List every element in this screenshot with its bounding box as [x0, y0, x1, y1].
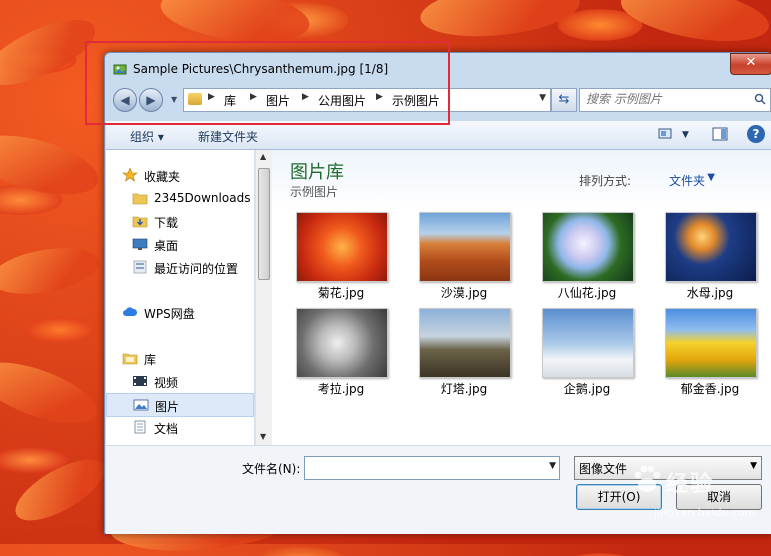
help-button[interactable]: ?: [747, 125, 765, 143]
file-item[interactable]: 沙漠.jpg: [409, 212, 519, 304]
file-list-pane: 图片库 示例图片 排列方式: 文件夹 ▼ 菊花.jpg 沙漠.jpg 八仙花.jpg…: [272, 150, 771, 445]
sidebar-item[interactable]: 最近访问的位置: [106, 256, 252, 278]
command-toolbar: 组织 ▾ 新建文件夹 ▼ ?: [106, 121, 771, 150]
search-input[interactable]: [584, 91, 748, 107]
navigation-pane: 收藏夹 2345Downloads 下载桌面最近访问的位置 WPS网盘库视频图片文档: [106, 150, 255, 445]
sidebar-item[interactable]: 下载: [106, 210, 252, 232]
penguins-thumbnail[interactable]: [542, 308, 634, 378]
tulips-thumbnail[interactable]: [665, 308, 757, 378]
koala-thumbnail[interactable]: [296, 308, 388, 378]
sidebar-item-label: 图片: [155, 400, 180, 414]
download-folder-icon: [132, 214, 148, 228]
search-icon[interactable]: [754, 93, 766, 105]
sidebar-item[interactable]: 库: [106, 347, 252, 369]
cloud-icon: [122, 305, 138, 319]
close-button[interactable]: ✕: [730, 53, 771, 75]
file-name[interactable]: 灯塔.jpg: [409, 380, 519, 397]
lighthouse-thumbnail[interactable]: [419, 308, 511, 378]
watermark-url: jingyan.baidu.com: [654, 506, 756, 519]
annotation-highlight-box: [85, 41, 450, 125]
library-icon: [122, 351, 138, 365]
sidebar-item[interactable]: 图片: [106, 393, 254, 417]
file-name[interactable]: 水母.jpg: [655, 284, 765, 301]
content-area: 收藏夹 2345Downloads 下载 桌面 最近访问的位置 WPS网盘库视频 图片 文档 …: [106, 150, 771, 445]
search-box[interactable]: [579, 88, 771, 112]
hydrangeas-thumbnail[interactable]: [542, 212, 634, 282]
file-name[interactable]: 菊花.jpg: [286, 284, 396, 301]
file-item[interactable]: 企鹅.jpg: [532, 308, 642, 400]
file-name[interactable]: 企鹅.jpg: [532, 380, 642, 397]
recent-places-icon: [132, 260, 148, 274]
new-folder-button[interactable]: 新建文件夹: [198, 128, 258, 145]
file-item[interactable]: 灯塔.jpg: [409, 308, 519, 400]
sidebar-item[interactable]: WPS网盘: [106, 301, 252, 323]
sidebar-item[interactable]: 2345Downloads: [106, 187, 252, 209]
change-view-icon[interactable]: [658, 127, 672, 141]
file-name[interactable]: 考拉.jpg: [286, 380, 396, 397]
file-name[interactable]: 沙漠.jpg: [409, 284, 519, 301]
desert-thumbnail[interactable]: [419, 212, 511, 282]
sidebar-item-label: 视频: [154, 376, 179, 390]
file-item[interactable]: 郁金香.jpg: [655, 308, 765, 400]
organize-button[interactable]: 组织 ▾: [130, 128, 164, 145]
video-icon: [132, 374, 148, 388]
scroll-up-icon[interactable]: ▲: [260, 152, 266, 161]
sidebar-item[interactable]: 桌面: [106, 233, 252, 255]
file-name[interactable]: 八仙花.jpg: [532, 284, 642, 301]
filename-dropdown-icon[interactable]: ▼: [549, 461, 556, 471]
sidebar-item[interactable]: 视频: [106, 370, 252, 392]
paw-logo-icon: [634, 465, 661, 492]
filename-combobox[interactable]: ▼: [304, 456, 560, 480]
baidu-jingyan-watermark: 经验 jingyan.baidu.com: [626, 458, 766, 528]
sidebar-item-label: 文档: [154, 422, 179, 436]
filename-field[interactable]: [308, 459, 542, 475]
file-name[interactable]: 郁金香.jpg: [655, 380, 765, 397]
address-dropdown-icon[interactable]: ▼: [539, 93, 546, 103]
sidebar-item-label: 下载: [154, 216, 179, 230]
scroll-down-icon[interactable]: ▼: [260, 432, 266, 441]
file-item[interactable]: 水母.jpg: [655, 212, 765, 304]
file-item[interactable]: 八仙花.jpg: [532, 212, 642, 304]
navigation-scrollbar[interactable]: ▲ ▼: [255, 150, 272, 445]
sidebar-item[interactable]: 文档: [106, 416, 252, 438]
refresh-button[interactable]: ⇆: [551, 88, 577, 112]
jellyfish-thumbnail[interactable]: [665, 212, 757, 282]
preview-pane-icon[interactable]: [712, 127, 728, 141]
star-icon: [122, 167, 138, 182]
desktop-icon: [132, 237, 148, 251]
arrange-by-label: 排列方式:: [578, 174, 631, 188]
view-options-dropdown-icon[interactable]: ▼: [682, 130, 689, 140]
sidebar-item-label: 收藏夹: [144, 170, 181, 184]
file-item[interactable]: 菊花.jpg: [286, 212, 396, 304]
library-title: 图片库: [290, 162, 344, 183]
arrange-by-value[interactable]: 文件夹: [669, 172, 705, 189]
library-subtitle: 示例图片: [290, 185, 339, 199]
sidebar-item-label: 2345Downloads: [154, 191, 251, 205]
folder-icon: [132, 191, 148, 205]
arrange-by-dropdown-icon[interactable]: ▼: [707, 172, 715, 183]
sidebar-item-label: 最近访问的位置: [154, 262, 239, 276]
sidebar-item-label: 库: [144, 353, 157, 367]
filename-label: 文件名(N):: [242, 462, 301, 476]
sidebar-item[interactable]: 收藏夹: [106, 164, 252, 186]
scrollbar-thumb[interactable]: [258, 168, 270, 280]
sidebar-item-label: 桌面: [154, 239, 179, 253]
sidebar-item-label: WPS网盘: [144, 307, 195, 321]
pictures-icon: [133, 398, 149, 412]
file-item[interactable]: 考拉.jpg: [286, 308, 396, 400]
filetype-value: 图像文件: [579, 462, 628, 476]
watermark-text: 经验: [666, 472, 715, 497]
chrysanthemum-thumbnail[interactable]: [296, 212, 388, 282]
documents-icon: [132, 420, 148, 434]
